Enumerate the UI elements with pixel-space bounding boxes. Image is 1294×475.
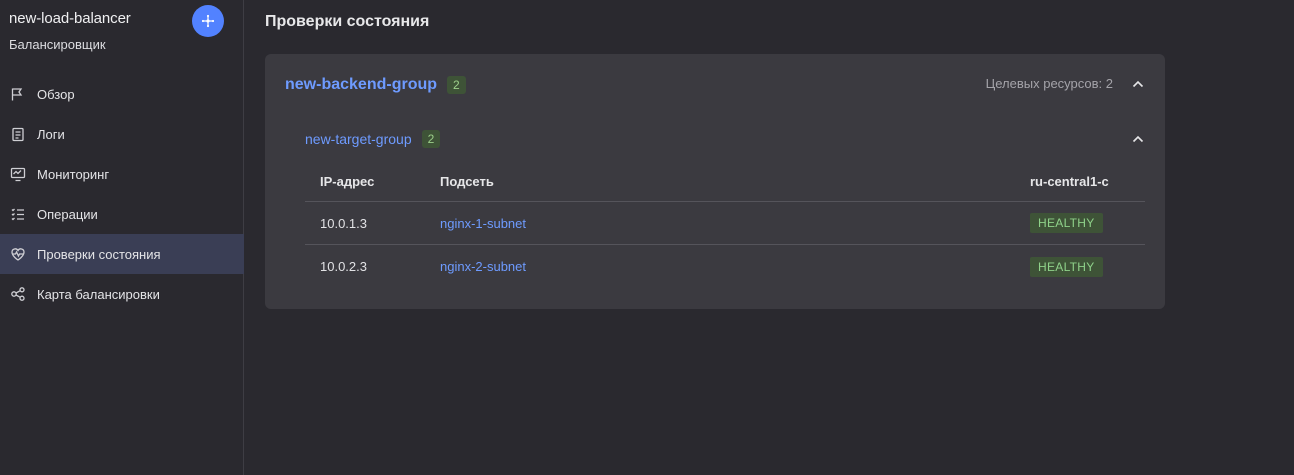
sidebar-item-monitoring[interactable]: Мониторинг (0, 154, 244, 194)
log-icon (9, 125, 27, 143)
sidebar: new-load-balancer Балансировщик Обзор Ло… (0, 0, 244, 475)
ip-address: 10.0.1.3 (320, 215, 367, 231)
nodes-icon (9, 285, 27, 303)
backend-group-card: new-backend-group 2 Целевых ресурсов: 2 … (265, 54, 1165, 309)
list-check-icon (9, 205, 27, 223)
status-cell: HEALTHY (1030, 245, 1103, 288)
sidebar-nav: Обзор Логи Мониторинг Операции Проверки … (0, 74, 244, 314)
status-badge: HEALTHY (1030, 256, 1103, 277)
targets-table: IP-адрес Подсеть ru-central1-c 10.0.1.3 … (305, 162, 1145, 288)
sidebar-item-label: Карта балансировки (37, 286, 160, 302)
page-title: Проверки состояния (265, 13, 430, 30)
sidebar-item-label: Проверки состояния (37, 246, 161, 262)
chevron-up-icon[interactable] (1131, 77, 1145, 91)
sidebar-item-label: Обзор (37, 86, 75, 102)
target-group-link[interactable]: new-target-group (305, 131, 412, 147)
sidebar-item-balancing-map[interactable]: Карта балансировки (0, 274, 244, 314)
subnet-link[interactable]: nginx-1-subnet (440, 202, 526, 244)
target-group-count-badge: 2 (421, 130, 441, 148)
sidebar-item-label: Операции (37, 206, 98, 222)
monitor-icon (9, 165, 27, 183)
column-header-subnet: Подсеть (440, 174, 494, 189)
subnet-link[interactable]: nginx-2-subnet (440, 245, 526, 288)
table-row: 10.0.2.3 nginx-2-subnet HEALTHY (305, 245, 1145, 288)
chevron-up-icon[interactable] (1131, 132, 1145, 146)
sidebar-item-health-checks[interactable]: Проверки состояния (0, 234, 244, 274)
ip-address: 10.0.2.3 (320, 259, 367, 274)
flag-icon (9, 85, 27, 103)
sidebar-item-operations[interactable]: Операции (0, 194, 244, 234)
backend-group-count-badge: 2 (447, 76, 466, 94)
backend-group-header: new-backend-group 2 Целевых ресурсов: 2 (285, 76, 1145, 96)
backend-group-link[interactable]: new-backend-group (285, 76, 437, 94)
table-row: 10.0.1.3 nginx-1-subnet HEALTHY (305, 202, 1145, 245)
network-icon[interactable] (192, 5, 224, 37)
sidebar-item-label: Логи (37, 126, 65, 142)
targets-count-label: Целевых ресурсов: 2 (985, 76, 1113, 91)
status-badge: HEALTHY (1030, 213, 1103, 233)
sidebar-item-label: Мониторинг (37, 166, 110, 182)
column-header-ip: IP-адрес (320, 174, 375, 189)
sidebar-item-overview[interactable]: Обзор (0, 74, 244, 114)
target-group-header: new-target-group 2 (305, 130, 1145, 150)
heartbeat-icon (9, 245, 27, 263)
column-header-zone: ru-central1-c (1030, 174, 1109, 189)
sidebar-header: new-load-balancer Балансировщик (0, 0, 243, 72)
resource-type: Балансировщик (9, 37, 106, 52)
status-cell: HEALTHY (1030, 202, 1103, 244)
table-header: IP-адрес Подсеть ru-central1-c (305, 162, 1145, 202)
sidebar-item-logs[interactable]: Логи (0, 114, 244, 154)
resource-title: new-load-balancer (9, 10, 131, 27)
